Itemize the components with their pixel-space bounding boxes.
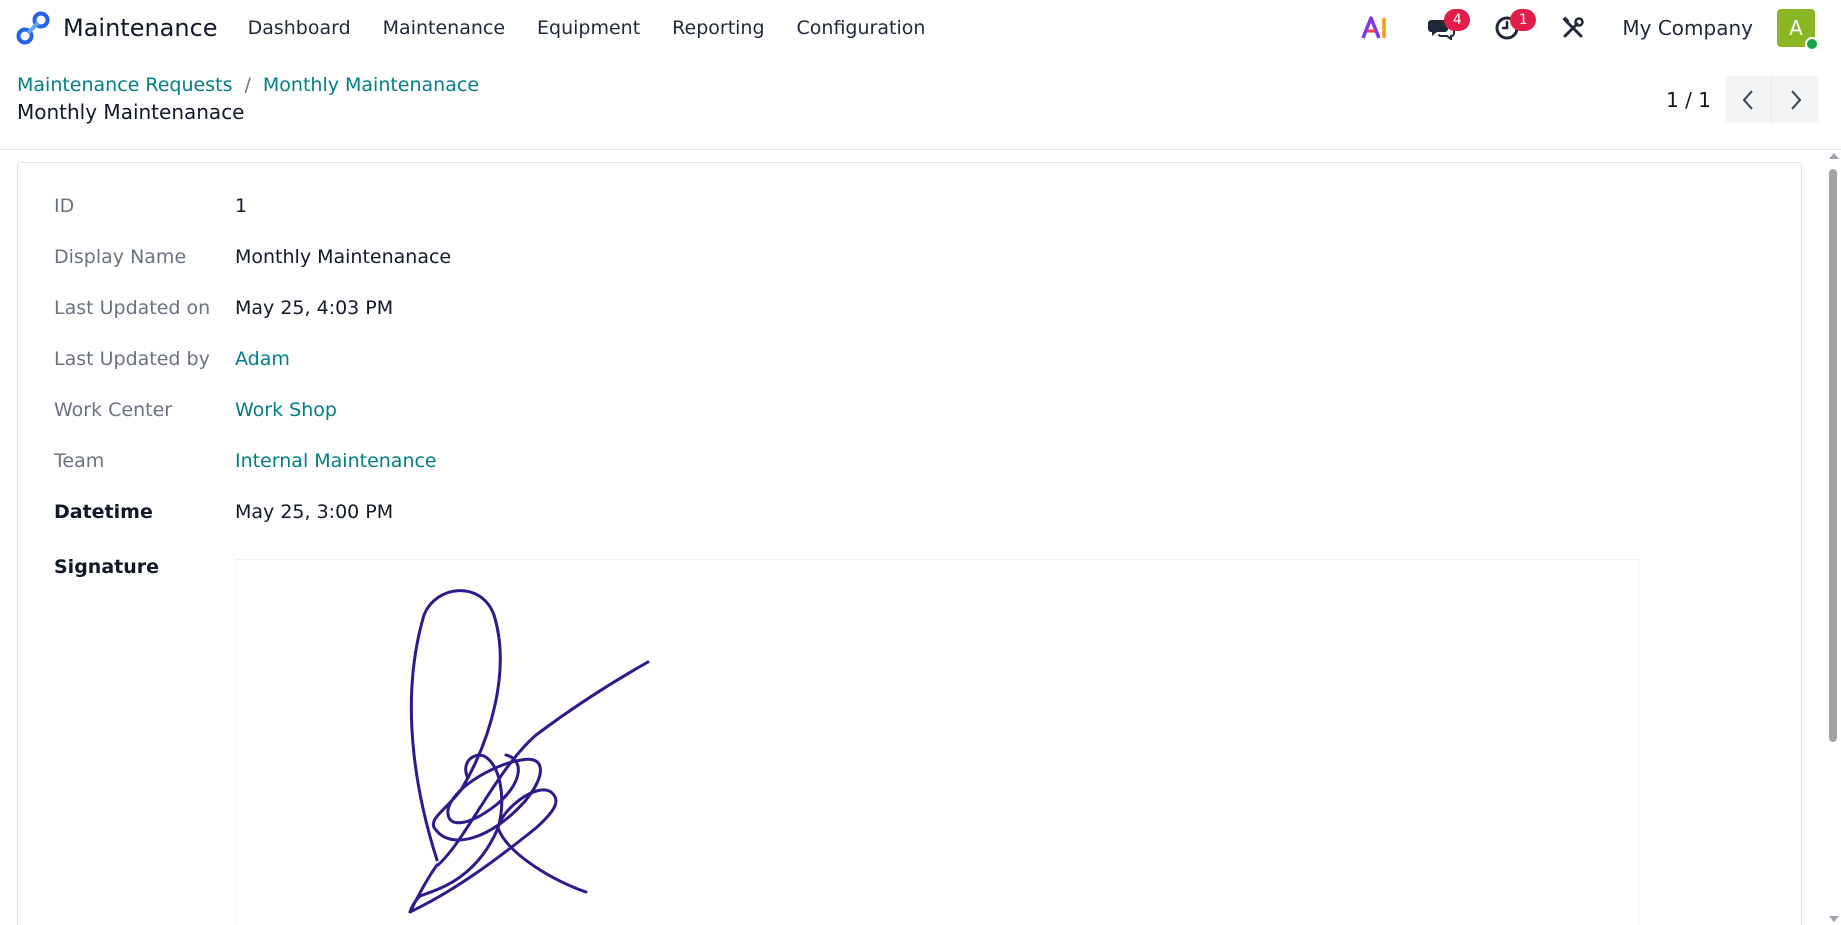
field-last-updated-on: Last Updated on May 25, 4:03 PM xyxy=(54,293,393,323)
systray: 4 1 My Company A xyxy=(1358,0,1841,56)
field-value-work-center[interactable]: Work Shop xyxy=(235,399,337,421)
field-signature: Signature xyxy=(54,552,235,582)
field-label-display-name: Display Name xyxy=(54,246,187,268)
presence-status-icon xyxy=(1805,37,1819,51)
form-sheet: ID 1 Display Name Monthly Maintenanace L… xyxy=(17,162,1802,925)
breadcrumb: Maintenance Requests / Monthly Maintenan… xyxy=(17,74,479,96)
field-label-last-updated-by: Last Updated by xyxy=(54,348,210,370)
top-navbar: Maintenance Dashboard Maintenance Equipm… xyxy=(0,0,1841,56)
menu-item-equipment[interactable]: Equipment xyxy=(537,17,640,39)
breadcrumb-separator: / xyxy=(244,74,251,96)
field-id: ID 1 xyxy=(54,191,247,221)
breadcrumb-maintenance-requests[interactable]: Maintenance Requests xyxy=(17,74,232,96)
field-display-name: Display Name Monthly Maintenanace xyxy=(54,242,451,272)
field-team: Team Internal Maintenance xyxy=(54,446,437,476)
user-avatar[interactable]: A xyxy=(1777,9,1819,51)
field-label-work-center: Work Center xyxy=(54,399,173,421)
field-last-updated-by: Last Updated by Adam xyxy=(54,344,290,374)
field-label-team: Team xyxy=(54,450,105,472)
avatar-initial: A xyxy=(1789,16,1803,40)
scroll-down-arrow-icon[interactable] xyxy=(1829,916,1839,922)
chat-icon[interactable]: 4 xyxy=(1424,9,1471,45)
field-value-display-name: Monthly Maintenanace xyxy=(235,246,452,268)
menu-item-configuration[interactable]: Configuration xyxy=(797,17,926,39)
menu-item-dashboard[interactable]: Dashboard xyxy=(248,17,351,39)
chevron-right-icon xyxy=(1790,89,1801,110)
record-pager: 1 / 1 xyxy=(1666,76,1819,123)
menu-item-maintenance[interactable]: Maintenance xyxy=(383,17,505,39)
main-menu: Dashboard Maintenance Equipment Reportin… xyxy=(248,17,958,39)
ai-icon[interactable] xyxy=(1358,11,1392,45)
clock-icon[interactable]: 1 xyxy=(1490,9,1537,45)
breadcrumb-monthly-maintenance[interactable]: Monthly Maintenanace xyxy=(263,74,479,96)
pager-previous-button[interactable] xyxy=(1725,76,1772,123)
messages-count-badge: 4 xyxy=(1444,9,1471,31)
field-datetime: Datetime May 25, 3:00 PM xyxy=(54,497,393,527)
scroll-up-arrow-icon[interactable] xyxy=(1829,153,1839,159)
company-switcher[interactable]: My Company xyxy=(1622,16,1753,40)
signature-image xyxy=(408,589,650,914)
scrollbar-thumb[interactable] xyxy=(1829,169,1837,742)
field-value-datetime[interactable]: May 25, 3:00 PM xyxy=(235,501,393,523)
field-label-last-updated-on: Last Updated on xyxy=(54,297,211,319)
record-title: Monthly Maintenanace xyxy=(17,100,245,124)
pager-value[interactable]: 1 / 1 xyxy=(1666,88,1711,112)
field-work-center: Work Center Work Shop xyxy=(54,395,337,425)
pager-next-button[interactable] xyxy=(1772,76,1819,123)
app-name: Maintenance xyxy=(63,14,218,42)
tools-icon[interactable] xyxy=(1556,11,1590,45)
app-brand[interactable]: Maintenance xyxy=(16,11,218,45)
menu-item-reporting[interactable]: Reporting xyxy=(672,17,764,39)
control-panel: Maintenance Requests / Monthly Maintenan… xyxy=(0,56,1841,150)
signature-pad[interactable] xyxy=(235,559,1639,925)
chevron-left-icon xyxy=(1742,89,1753,110)
field-value-id: 1 xyxy=(235,195,248,217)
field-value-last-updated-by[interactable]: Adam xyxy=(235,348,290,370)
field-value-last-updated-on: May 25, 4:03 PM xyxy=(235,297,394,319)
maintenance-logo-icon xyxy=(16,11,50,45)
field-label-signature: Signature xyxy=(54,556,160,578)
field-label-datetime: Datetime xyxy=(54,501,153,523)
form-content: ID 1 Display Name Monthly Maintenanace L… xyxy=(0,151,1841,925)
activities-count-badge: 1 xyxy=(1510,9,1537,31)
field-value-team[interactable]: Internal Maintenance xyxy=(235,450,437,472)
vertical-scrollbar[interactable] xyxy=(1825,151,1841,925)
field-label-id: ID xyxy=(54,195,75,217)
